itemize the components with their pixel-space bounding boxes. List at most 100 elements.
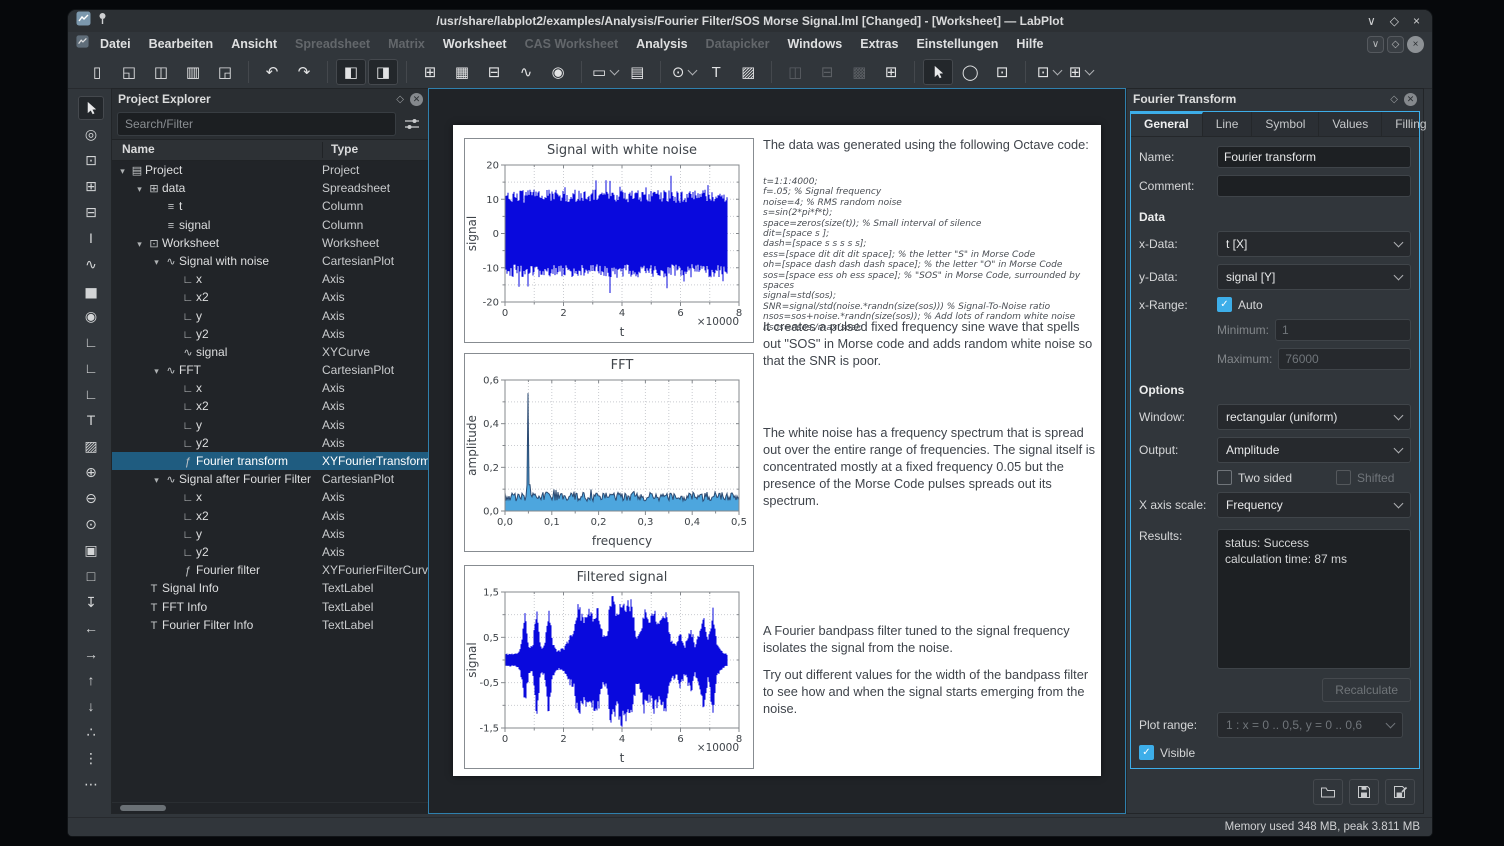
save-button[interactable]: ◫ — [146, 59, 176, 85]
tree-row[interactable]: TSignal InfoTextLabel — [112, 579, 429, 597]
fit-selection-button[interactable]: ▣ — [78, 538, 104, 562]
minimum-field[interactable] — [1275, 319, 1411, 341]
search-input[interactable] — [117, 112, 396, 136]
plot-signal-with-noise[interactable]: 02468-20-1001020Signal with white noiset… — [464, 138, 754, 343]
tree-row[interactable]: ≡tColumn — [112, 197, 429, 215]
shifted-checkbox[interactable] — [1336, 470, 1351, 485]
window-select[interactable]: rectangular (uniform) — [1217, 404, 1411, 430]
tree-row[interactable]: ▾⊞dataSpreadsheet — [112, 179, 429, 197]
tree-column-header[interactable]: Name Type — [112, 139, 429, 161]
visible-checkbox[interactable]: ✓ — [1139, 745, 1154, 760]
ydata-select[interactable]: signal [Y] — [1217, 264, 1411, 290]
layout-button[interactable]: ⊞ — [876, 59, 906, 85]
add-axis-left-button[interactable]: ∟ — [78, 356, 104, 380]
new-folder-button[interactable]: ▤ — [622, 59, 652, 85]
tree-row[interactable]: ∟xAxis — [112, 488, 429, 506]
tree-row[interactable]: ∟y2Axis — [112, 434, 429, 452]
mdi-minimize-button[interactable]: ∨ — [1367, 36, 1384, 53]
add-datapicker-button[interactable]: ◉ — [78, 304, 104, 328]
new-worksheet-button[interactable]: ▭ — [590, 59, 620, 85]
add-text-label-button[interactable]: T — [701, 59, 731, 85]
expander-icon[interactable]: ▾ — [116, 162, 129, 179]
tab-line[interactable]: Line — [1203, 112, 1253, 136]
menu-worksheet[interactable]: Worksheet — [434, 37, 516, 51]
name-field[interactable] — [1217, 146, 1411, 168]
titlebar[interactable]: /usr/share/labplot2/examples/Analysis/Fo… — [68, 10, 1432, 32]
menu-datei[interactable]: Datei — [91, 37, 140, 51]
minimize-button[interactable]: ∨ — [1367, 14, 1376, 28]
print-button[interactable]: ▥ — [178, 59, 208, 85]
tree-row[interactable]: ▾∿Signal after Fourier FilterCartesianPl… — [112, 470, 429, 488]
mdi-close-button[interactable]: × — [1407, 36, 1424, 53]
menu-analysis[interactable]: Analysis — [627, 37, 696, 51]
plot-filtered-signal[interactable]: 02468-1,5-0,50,51,5Filtered signalt×1000… — [464, 565, 754, 769]
select-mode-button[interactable] — [923, 59, 953, 85]
tree-row[interactable]: ▾⊡WorksheetWorksheet — [112, 234, 429, 252]
tree-hscrollbar[interactable] — [112, 802, 429, 813]
tree-row[interactable]: ∟x2Axis — [112, 288, 429, 306]
menu-hilfe[interactable]: Hilfe — [1007, 37, 1052, 51]
menu-windows[interactable]: Windows — [778, 37, 851, 51]
filter-options-icon[interactable] — [400, 112, 424, 136]
more-tools-1-button[interactable]: ∴ — [78, 720, 104, 744]
tab-filling[interactable]: Filling — [1382, 112, 1432, 136]
tree-row[interactable]: ∟yAxis — [112, 416, 429, 434]
output-select[interactable]: Amplitude — [1217, 437, 1411, 463]
select-mode-button[interactable] — [78, 96, 104, 120]
dock-close-icon[interactable]: ✕ — [1404, 93, 1417, 106]
load-template-button[interactable] — [1313, 779, 1343, 805]
comment-field[interactable] — [1217, 175, 1411, 197]
zoom-in-button[interactable]: ⊕ — [78, 460, 104, 484]
new-matrix-button[interactable]: ▦ — [447, 59, 477, 85]
zoom-out-button[interactable]: ⊖ — [78, 486, 104, 510]
tree-row[interactable]: ≡signalColumn — [112, 216, 429, 234]
two-sided-checkbox[interactable] — [1217, 470, 1232, 485]
menu-extras[interactable]: Extras — [851, 37, 907, 51]
add-curve-button[interactable]: ∿ — [78, 252, 104, 276]
tree-row[interactable]: ∿signalXYCurve — [112, 343, 429, 361]
magnification-button[interactable]: ⊡ — [1034, 59, 1064, 85]
more-tools-2-button[interactable]: ⋮ — [78, 746, 104, 770]
add-image-button[interactable]: ▨ — [733, 59, 763, 85]
print-preview-button[interactable]: ◲ — [210, 59, 240, 85]
open-file-button[interactable]: ◱ — [114, 59, 144, 85]
tree-hscrollbar-thumb[interactable] — [120, 805, 166, 811]
redo-button[interactable]: ↷ — [289, 59, 319, 85]
save-as-default-button[interactable] — [1385, 779, 1415, 805]
add-axis-custom-button[interactable]: ∟ — [78, 382, 104, 406]
plot-fft[interactable]: 0,00,10,20,30,40,50,00,20,40,6FFTfrequen… — [464, 353, 754, 552]
save-template-button[interactable] — [1349, 779, 1379, 805]
auto-checkbox[interactable]: ✓ — [1217, 297, 1232, 312]
expander-icon[interactable]: ▾ — [150, 471, 163, 488]
expander-icon[interactable]: ▾ — [150, 253, 163, 270]
zoom-original-button[interactable]: ⊙ — [78, 512, 104, 536]
tree-row[interactable]: TFourier Filter InfoTextLabel — [112, 616, 429, 634]
mdi-restore-button[interactable]: ◇ — [1387, 36, 1404, 53]
export-button[interactable]: ↧ — [78, 590, 104, 614]
tree-row[interactable]: ƒFourier filterXYFourierFilterCurve — [112, 561, 429, 579]
zoom-x-selection-button[interactable]: ⊞ — [78, 174, 104, 198]
shift-up-y-button[interactable]: ↑ — [78, 668, 104, 692]
pin-icon[interactable] — [97, 12, 108, 30]
expander-icon[interactable]: ▾ — [150, 362, 163, 379]
more-tools-3-button[interactable]: ⋯ — [78, 772, 104, 796]
tree-row[interactable]: ∟y2Axis — [112, 325, 429, 343]
tree-row[interactable]: TFFT InfoTextLabel — [112, 598, 429, 616]
zoom-selection-button[interactable]: ⊡ — [78, 148, 104, 172]
shift-right-x-button[interactable]: → — [78, 642, 104, 666]
new-file-button[interactable]: ▯ — [82, 59, 112, 85]
worksheet-view[interactable]: 02468-20-1001020Signal with white noiset… — [428, 88, 1126, 814]
menu-ansicht[interactable]: Ansicht — [222, 37, 286, 51]
presenter-mode-button[interactable]: ⊞ — [1066, 59, 1096, 85]
zoom-select-mode-button[interactable]: ⊡ — [987, 59, 1017, 85]
dock-float-icon[interactable]: ◇ — [1390, 94, 1398, 105]
toggle-project-explorer-button[interactable]: ◧ — [336, 59, 366, 85]
dock-close-icon[interactable]: ✕ — [410, 93, 423, 106]
menu-bearbeiten[interactable]: Bearbeiten — [140, 37, 223, 51]
tab-values[interactable]: Values — [1319, 112, 1382, 136]
maximum-field[interactable] — [1278, 348, 1411, 370]
crosshair-mode-button[interactable]: ◯ — [955, 59, 985, 85]
toggle-properties-explorer-button[interactable]: ◨ — [368, 59, 398, 85]
column-type-header[interactable]: Type — [322, 142, 358, 158]
xaxis-scale-select[interactable]: Frequency — [1217, 492, 1411, 518]
